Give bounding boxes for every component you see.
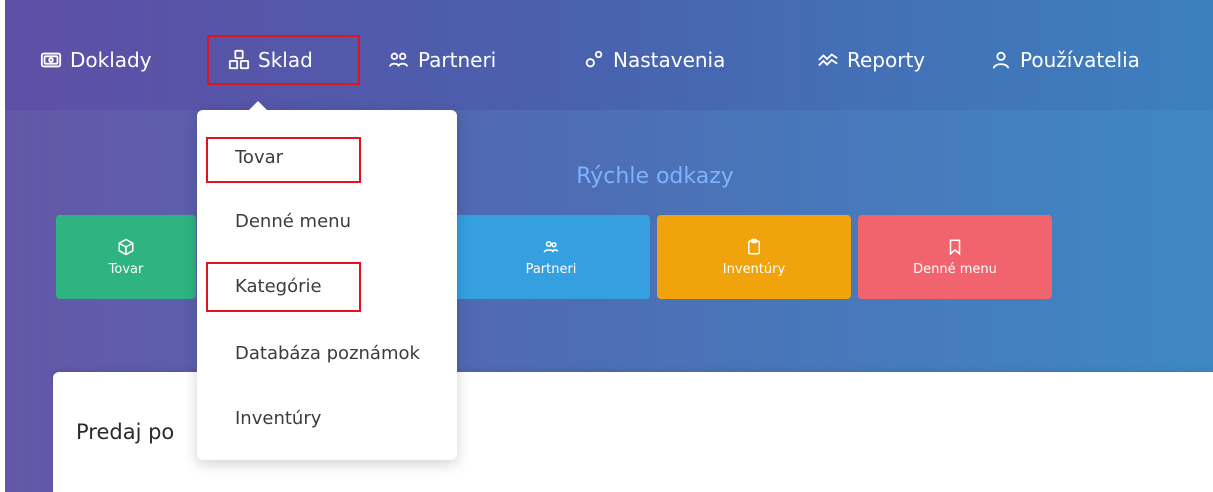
cube-icon [117,238,135,256]
quick-links-title: Rýchle odkazy [576,164,734,189]
bookmark-icon [946,238,964,256]
nav-label: Používatelia [1020,48,1140,72]
nav-item-sklad[interactable]: Sklad [228,42,313,78]
quick-link-label: Partneri [525,261,577,277]
quick-link-partneri[interactable]: Partneri [452,215,650,299]
dropdown-item-kategorie[interactable]: Kategórie [235,276,322,297]
dropdown-item-inventury[interactable]: Inventúry [235,408,321,429]
clipboard-icon [745,238,763,256]
nav-label: Doklady [70,48,152,72]
dropdown-caret [246,101,270,113]
dropdown-item-denne-menu[interactable]: Denné menu [235,211,351,232]
chart-icon [817,49,839,71]
quick-link-inventury[interactable]: Inventúry [657,215,851,299]
dropdown-item-tovar[interactable]: Tovar [235,147,283,168]
user-icon [990,49,1012,71]
nav-item-reporty[interactable]: Reporty [817,42,925,78]
quick-link-denne-menu[interactable]: Denné menu [858,215,1052,299]
users-icon [388,49,410,71]
users-icon [542,238,560,256]
nav-item-pouzivatelia[interactable]: Používatelia [990,42,1140,78]
sklad-dropdown-menu: Tovar Denné menu Kategórie Databáza pozn… [197,110,457,460]
quick-link-label: Denné menu [913,261,997,277]
gears-icon [583,49,605,71]
nav-label: Nastavenia [613,48,726,72]
quick-link-label: Tovar [108,261,144,277]
nav-menu: Doklady Sklad Partneri Nastavenia Report… [5,0,1213,110]
nav-label: Reporty [847,48,926,72]
dropdown-item-databaza-poznamok[interactable]: Databáza poznámok [235,343,420,364]
quick-link-label: Inventúry [722,261,786,277]
top-navigation: Doklady Sklad Partneri Nastavenia Report… [5,0,1213,110]
boxes-icon [228,49,250,71]
panel-title: Predaj po [76,420,175,444]
nav-item-doklady[interactable]: Doklady [40,42,152,78]
nav-item-nastavenia[interactable]: Nastavenia [583,42,725,78]
nav-label: Sklad [258,48,313,72]
receipt-icon [40,49,62,71]
quick-link-tovar[interactable]: Tovar [56,215,196,299]
nav-item-partneri[interactable]: Partneri [388,42,496,78]
nav-label: Partneri [418,48,497,72]
